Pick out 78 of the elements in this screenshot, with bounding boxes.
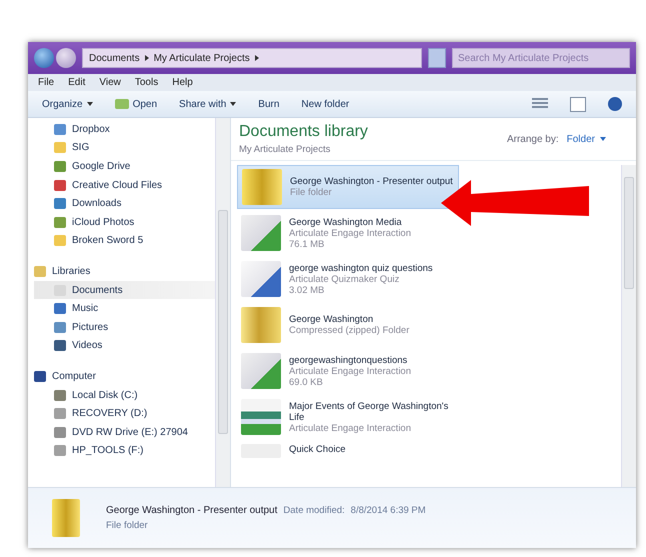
- library-title: Documents library: [239, 123, 369, 141]
- file-name: Major Events of George Washington's Life: [289, 400, 450, 422]
- address-bar[interactable]: Documents My Articulate Projects: [82, 48, 422, 68]
- breadcrumb[interactable]: Documents: [89, 52, 140, 64]
- file-name: Quick Choice: [289, 444, 346, 455]
- toolbar-button[interactable]: Burn: [258, 96, 280, 112]
- menu-item[interactable]: Tools: [134, 77, 158, 88]
- file-type: Compressed (zipped) Folder: [289, 325, 410, 336]
- toolbar-button[interactable]: Share with: [179, 96, 236, 112]
- nav-group[interactable]: Libraries: [34, 262, 215, 281]
- file-thumbnail-icon: [241, 215, 281, 251]
- nav-item[interactable]: Google Drive: [34, 157, 215, 176]
- library-entry[interactable]: Major Events of George Washington's Life Articulate Engage Interaction: [237, 395, 459, 439]
- file-name: georgewashingtonquestions: [289, 354, 408, 366]
- preview-pane-icon[interactable]: [570, 96, 586, 112]
- file-size: 76.1 MB: [289, 238, 326, 250]
- menu-item[interactable]: Edit: [68, 77, 86, 88]
- nav-item[interactable]: SIG: [34, 138, 215, 158]
- file-size: 3.02 MB: [289, 284, 326, 296]
- nav-item[interactable]: RECOVERY (D:): [34, 404, 215, 423]
- arrange-dropdown[interactable]: Folder: [566, 134, 606, 144]
- caret-icon: [230, 102, 236, 106]
- nav-item[interactable]: Local Disk (C:): [34, 386, 215, 404]
- menu-item[interactable]: Help: [172, 77, 193, 88]
- forward-button[interactable]: [56, 48, 76, 68]
- file-type: Articulate Engage Interaction: [289, 422, 412, 434]
- chevron-icon: [254, 55, 259, 61]
- file-type: Articulate Engage Interaction: [289, 366, 412, 376]
- nav-item[interactable]: Broken Sword 5: [34, 232, 215, 250]
- item-name: George Washington - Presenter output: [106, 505, 278, 516]
- caret-icon: [600, 137, 606, 141]
- nav-group[interactable]: Computer: [34, 367, 215, 386]
- library-entry[interactable]: george washington quiz questions Articulate Quizmaker Quiz 3.02 MB: [237, 257, 459, 301]
- file-type: File folder: [290, 187, 333, 198]
- library-entry[interactable]: George Washington Compressed (zipped) Folder: [237, 303, 459, 347]
- file-type: Articulate Quizmaker Quiz: [289, 274, 400, 284]
- view-options-icon[interactable]: [532, 98, 548, 110]
- zipped-folder-icon: [241, 307, 281, 343]
- item-type: File folder: [106, 520, 149, 531]
- nav-item[interactable]: Music: [34, 299, 215, 318]
- nav-item[interactable]: iCloud Photos: [34, 212, 215, 232]
- date-label: Date modified:: [283, 505, 345, 516]
- file-name: George Washington: [289, 314, 374, 325]
- nav-item[interactable]: Dropbox: [34, 120, 215, 139]
- file-size: 69.0 KB: [289, 376, 324, 388]
- menu-item[interactable]: View: [99, 77, 121, 88]
- file-type: Articulate Engage Interaction: [289, 228, 412, 238]
- help-icon[interactable]: [608, 97, 622, 111]
- toolbar-button[interactable]: Organize: [42, 96, 93, 112]
- file-thumbnail-icon: [241, 399, 281, 435]
- nav-item[interactable]: HP_TOOLS (F:): [34, 442, 215, 460]
- open-icon: [114, 99, 129, 109]
- toolbar-button[interactable]: Open: [114, 96, 158, 112]
- arrange-label: Arrange by:: [506, 134, 559, 144]
- library-subtitle: My Articulate Projects: [239, 144, 332, 155]
- library-entry[interactable]: George Washington Media Articulate Engage Interaction 76.1 MB: [237, 211, 459, 255]
- breadcrumb[interactable]: My Articulate Projects: [154, 52, 250, 64]
- menu-item[interactable]: File: [38, 77, 54, 88]
- library-entry[interactable]: Quick Choice: [237, 441, 459, 459]
- file-thumbnail-icon: [241, 261, 281, 297]
- nav-item[interactable]: Creative Cloud Files: [34, 176, 215, 194]
- file-thumbnail-icon: [241, 353, 281, 389]
- nav-item[interactable]: DVD RW Drive (E:) 27904: [34, 422, 215, 442]
- nav-item[interactable]: Documents: [34, 280, 215, 300]
- library-entry[interactable]: georgewashingtonquestions Articulate Engage Interaction 69.0 KB: [237, 349, 459, 393]
- nav-item[interactable]: Pictures: [34, 318, 215, 337]
- caret-icon: [86, 102, 93, 106]
- back-button[interactable]: [34, 48, 54, 68]
- library-entry[interactable]: George Washington - Presenter output File folder: [237, 165, 459, 209]
- file-name: George Washington Media: [289, 216, 403, 228]
- file-name: george washington quiz questions: [289, 262, 434, 274]
- chevron-icon: [144, 55, 149, 61]
- search-field[interactable]: Search My Articulate Projects: [452, 48, 630, 68]
- nav-item[interactable]: Videos: [34, 336, 215, 356]
- toolbar-button[interactable]: New folder: [301, 96, 350, 112]
- file-name: George Washington - Presenter output: [290, 176, 454, 187]
- date-value: 8/8/2014 6:39 PM: [350, 505, 426, 516]
- nav-item[interactable]: Downloads: [34, 194, 215, 213]
